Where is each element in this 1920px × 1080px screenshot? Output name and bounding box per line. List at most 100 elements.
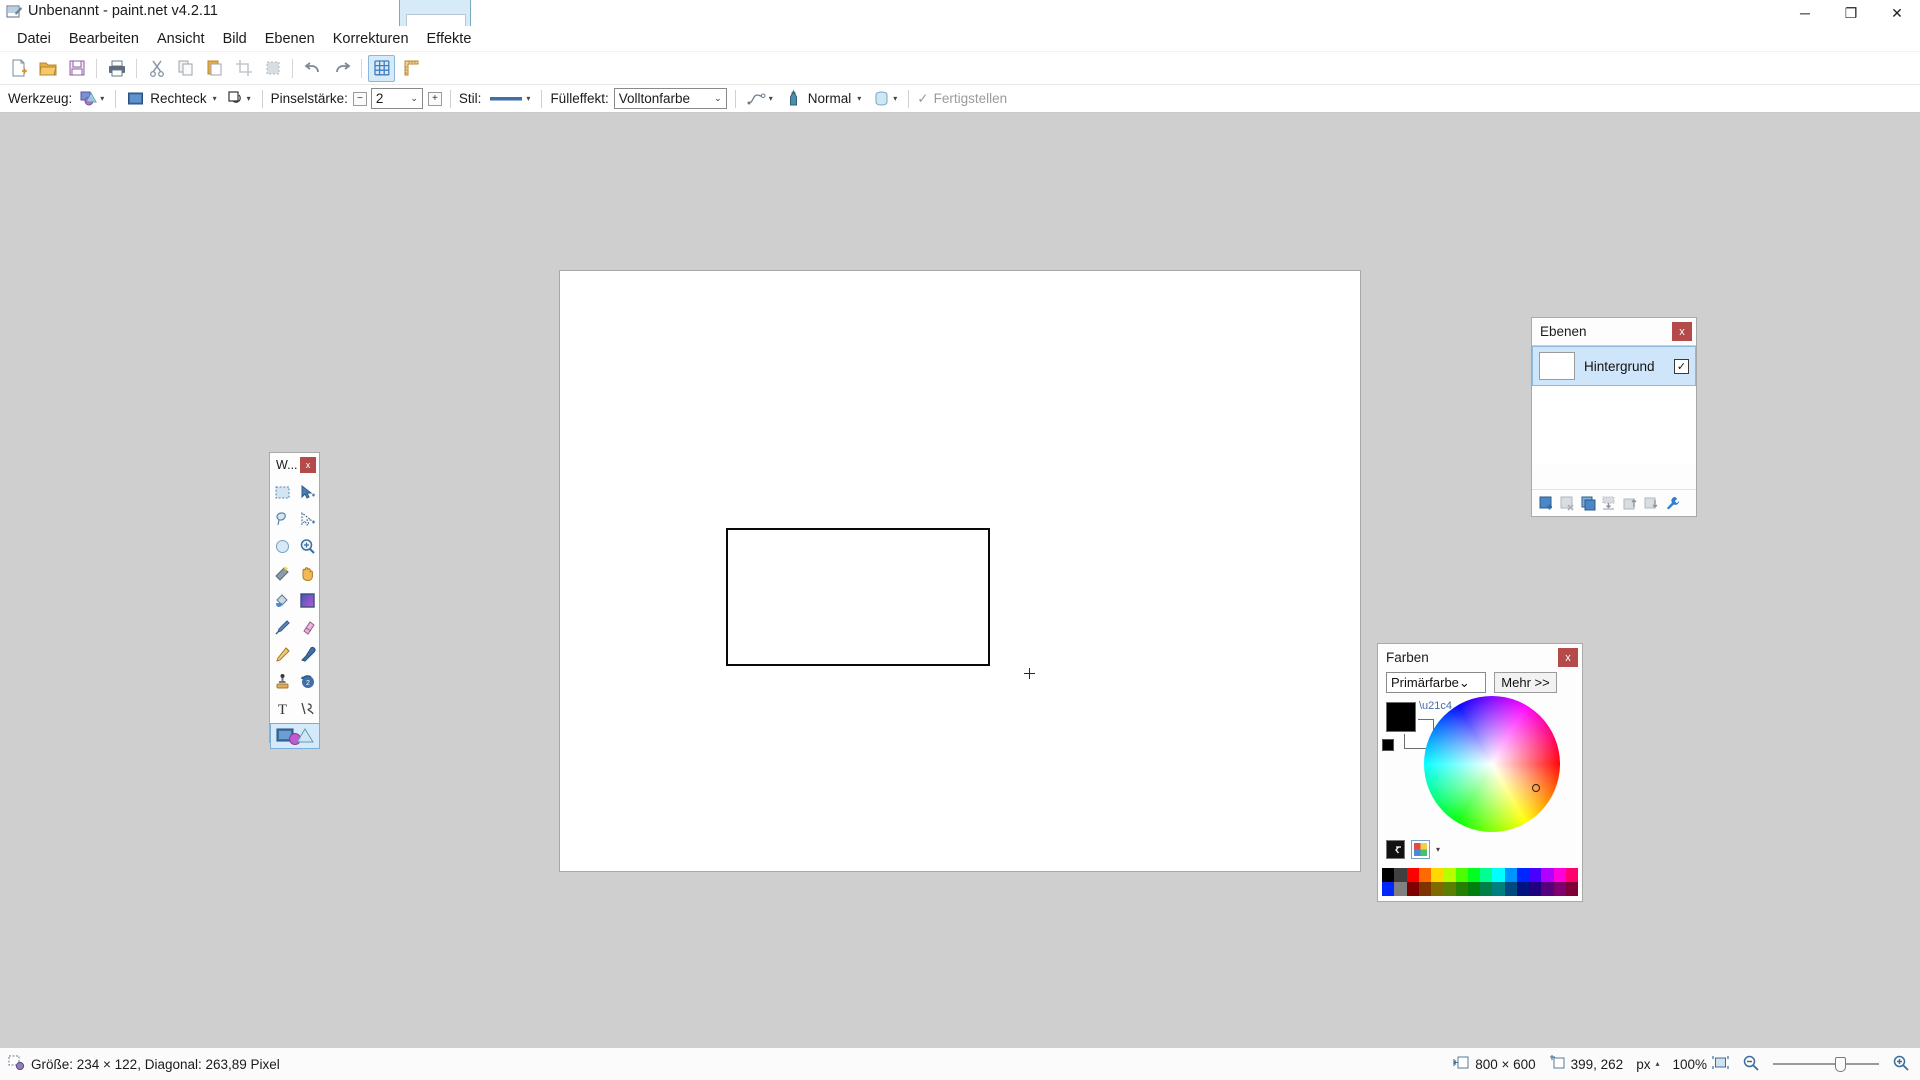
palette-swatch[interactable] — [1492, 882, 1505, 896]
shape-selector[interactable]: Rechteck ▾ — [124, 88, 219, 110]
palette-swatch[interactable] — [1480, 882, 1493, 896]
palette-swatch[interactable] — [1516, 868, 1529, 882]
palette-swatch[interactable] — [1455, 868, 1468, 882]
maximize-button[interactable]: ❐ — [1828, 0, 1874, 26]
move-layer-down-button[interactable] — [1642, 494, 1661, 513]
tools-palette-header[interactable]: W... x — [270, 453, 319, 477]
color-mode-select[interactable]: Primärfarbe ⌄ — [1386, 672, 1486, 693]
palette-swatch[interactable] — [1516, 882, 1529, 896]
move-layer-up-button[interactable] — [1621, 494, 1640, 513]
units-caret[interactable]: ▴ — [1655, 1060, 1659, 1068]
palette-swatch[interactable] — [1553, 868, 1566, 882]
text-tool[interactable]: T — [270, 695, 295, 721]
redo-button[interactable] — [328, 55, 355, 82]
zoom-in-icon[interactable] — [1892, 1054, 1910, 1075]
table-row[interactable]: Hintergrund ✓ — [1532, 346, 1696, 386]
palette-swatch[interactable] — [1431, 882, 1444, 896]
rulers-button[interactable] — [397, 55, 424, 82]
menu-ansicht[interactable]: Ansicht — [148, 28, 214, 50]
menu-bearbeiten[interactable]: Bearbeiten — [60, 28, 148, 50]
color-wheel[interactable] — [1424, 696, 1560, 832]
shapes-tool[interactable] — [269, 723, 320, 749]
palette-swatch[interactable] — [1431, 868, 1444, 882]
delete-layer-button[interactable] — [1558, 494, 1577, 513]
image-canvas[interactable] — [560, 271, 1360, 871]
palette-choose-icon[interactable] — [1411, 840, 1430, 859]
alpha-blending-selector[interactable]: ▾ — [870, 88, 900, 110]
color-wheel-cursor[interactable] — [1532, 784, 1540, 792]
palette-swatch[interactable] — [1541, 882, 1554, 896]
palette-swatch[interactable] — [1418, 882, 1431, 896]
palette-menu-caret[interactable]: ▾ — [1436, 845, 1440, 854]
minimize-button[interactable]: ─ — [1782, 0, 1828, 26]
menu-effekte[interactable]: Effekte — [418, 28, 481, 50]
palette-swatch[interactable] — [1382, 868, 1395, 882]
layers-panel[interactable]: Ebenen x Hintergrund ✓ — [1531, 317, 1697, 517]
palette-swatch[interactable] — [1467, 868, 1480, 882]
gradient-tool[interactable] — [295, 587, 320, 613]
pencil-tool[interactable] — [270, 641, 295, 667]
open-button[interactable] — [34, 55, 61, 82]
palette-swatch[interactable] — [1394, 868, 1407, 882]
primary-color-swatch[interactable] — [1386, 702, 1416, 732]
recolor-tool[interactable]: 2 — [295, 668, 320, 694]
fit-to-window-icon[interactable] — [1712, 1054, 1729, 1074]
palette-reset-icon[interactable] — [1386, 840, 1405, 859]
menu-datei[interactable]: Datei — [8, 28, 60, 50]
blend-mode-selector[interactable]: Normal ▾ — [782, 88, 865, 110]
palette-swatch[interactable] — [1565, 882, 1578, 896]
units-group[interactable]: px ▴ — [1636, 1057, 1659, 1072]
palette-swatch[interactable] — [1394, 882, 1407, 896]
line-curve-tool[interactable] — [295, 695, 320, 721]
brush-width-decrement[interactable]: − — [352, 91, 367, 106]
move-selected-tool[interactable] — [295, 479, 320, 505]
paint-bucket-tool[interactable] — [270, 587, 295, 613]
color-picker-tool[interactable] — [295, 641, 320, 667]
palette-swatch[interactable] — [1455, 882, 1468, 896]
menu-ebenen[interactable]: Ebenen — [256, 28, 324, 50]
crop-button[interactable] — [230, 55, 257, 82]
add-layer-button[interactable] — [1537, 494, 1556, 513]
paintbrush-tool[interactable] — [270, 614, 295, 640]
swap-colors-icon[interactable]: \u21c4 — [1419, 700, 1452, 712]
palette-swatch[interactable] — [1443, 882, 1456, 896]
merge-layer-down-button[interactable] — [1600, 494, 1619, 513]
eraser-tool[interactable] — [295, 614, 320, 640]
menu-korrekturen[interactable]: Korrekturen — [324, 28, 418, 50]
palette-swatch[interactable] — [1504, 882, 1517, 896]
zoom-out-icon[interactable] — [1742, 1054, 1760, 1075]
palette-swatch[interactable] — [1480, 868, 1493, 882]
print-button[interactable] — [103, 55, 130, 82]
cut-button[interactable] — [143, 55, 170, 82]
brush-width-increment[interactable]: + — [427, 91, 442, 106]
palette-swatch[interactable] — [1406, 868, 1419, 882]
palette-swatch[interactable] — [1504, 868, 1517, 882]
lasso-select-tool[interactable] — [270, 506, 295, 532]
layer-visibility-checkbox[interactable]: ✓ — [1674, 358, 1689, 374]
palette-swatch[interactable] — [1529, 882, 1542, 896]
shape-blend-selector[interactable]: ▾ — [224, 88, 254, 110]
colors-panel-header[interactable]: Farben x — [1378, 644, 1582, 671]
palette-swatch[interactable] — [1406, 882, 1419, 896]
undo-button[interactable] — [299, 55, 326, 82]
palette-swatch[interactable] — [1553, 882, 1566, 896]
clone-stamp-tool[interactable] — [270, 668, 295, 694]
shapes-tool-icon[interactable]: ▾ — [77, 88, 107, 110]
tools-palette[interactable]: W... x 2 T — [269, 452, 320, 749]
zoom-tool[interactable] — [295, 533, 320, 559]
reset-colors-icon[interactable] — [1382, 739, 1394, 751]
paste-button[interactable] — [201, 55, 228, 82]
more-button[interactable]: Mehr >> — [1494, 672, 1557, 693]
antialiasing-selector[interactable]: ▾ — [744, 88, 776, 110]
palette-swatch[interactable] — [1565, 868, 1578, 882]
save-button[interactable] — [63, 55, 90, 82]
palette-swatch[interactable] — [1492, 868, 1505, 882]
brush-width-input[interactable]: 2 ⌄ — [370, 88, 423, 109]
palette-swatch[interactable] — [1443, 868, 1456, 882]
pan-tool[interactable] — [295, 560, 320, 586]
fill-effect-select[interactable]: Volltonfarbe ⌄ — [613, 88, 727, 109]
colors-panel[interactable]: Farben x Primärfarbe ⌄ Mehr >> \u21c4 ▾ — [1377, 643, 1583, 902]
deselect-button[interactable] — [259, 55, 286, 82]
layer-properties-button[interactable] — [1663, 494, 1682, 513]
line-style-selector[interactable]: ▾ — [486, 88, 533, 110]
